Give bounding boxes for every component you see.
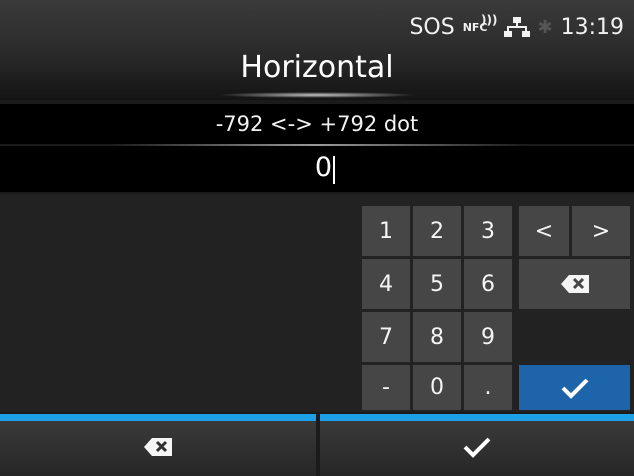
title-underline [217, 92, 417, 98]
page-title: Horizontal [240, 50, 394, 85]
key-8[interactable]: 8 [413, 312, 461, 362]
key-minus[interactable]: - [362, 365, 410, 410]
key-cursor-right[interactable]: > [572, 206, 630, 256]
accent-bar [320, 414, 634, 421]
key-5[interactable]: 5 [413, 259, 461, 309]
value-text: 0 [314, 152, 332, 183]
key-3[interactable]: 3 [464, 206, 512, 256]
text-cursor [333, 156, 335, 184]
backspace-icon [143, 437, 173, 461]
status-bar: SOS NFC))) ✱ 13:19 [409, 10, 624, 44]
value-field[interactable]: 0 [0, 146, 634, 192]
check-icon [561, 377, 589, 399]
key-6[interactable]: 6 [464, 259, 512, 309]
backspace-icon [560, 274, 590, 294]
accent-bar [0, 414, 316, 421]
keypad: 1 2 3 < > 4 5 6 7 8 9 - 0 . [0, 194, 634, 412]
check-icon [463, 436, 491, 462]
cancel-button[interactable] [0, 414, 316, 476]
key-cursor-left[interactable]: < [519, 206, 569, 256]
clock: 13:19 [560, 14, 624, 40]
key-9[interactable]: 9 [464, 312, 512, 362]
key-1[interactable]: 1 [362, 206, 410, 256]
header: SOS NFC))) ✱ 13:19 Horizontal [0, 0, 634, 100]
sos-indicator: SOS [409, 14, 455, 40]
key-2[interactable]: 2 [413, 206, 461, 256]
key-dot[interactable]: . [464, 365, 512, 410]
key-7[interactable]: 7 [362, 312, 410, 362]
range-label: -792 <-> +792 dot [0, 104, 634, 144]
lan-icon [503, 16, 530, 38]
nfc-icon: NFC))) [462, 12, 498, 34]
bluetooth-icon: ✱ [537, 16, 553, 38]
key-0[interactable]: 0 [413, 365, 461, 410]
key-4[interactable]: 4 [362, 259, 410, 309]
key-enter[interactable] [519, 365, 630, 410]
confirm-button[interactable] [320, 414, 634, 476]
softkey-bar [0, 414, 634, 476]
key-backspace[interactable] [519, 259, 630, 309]
